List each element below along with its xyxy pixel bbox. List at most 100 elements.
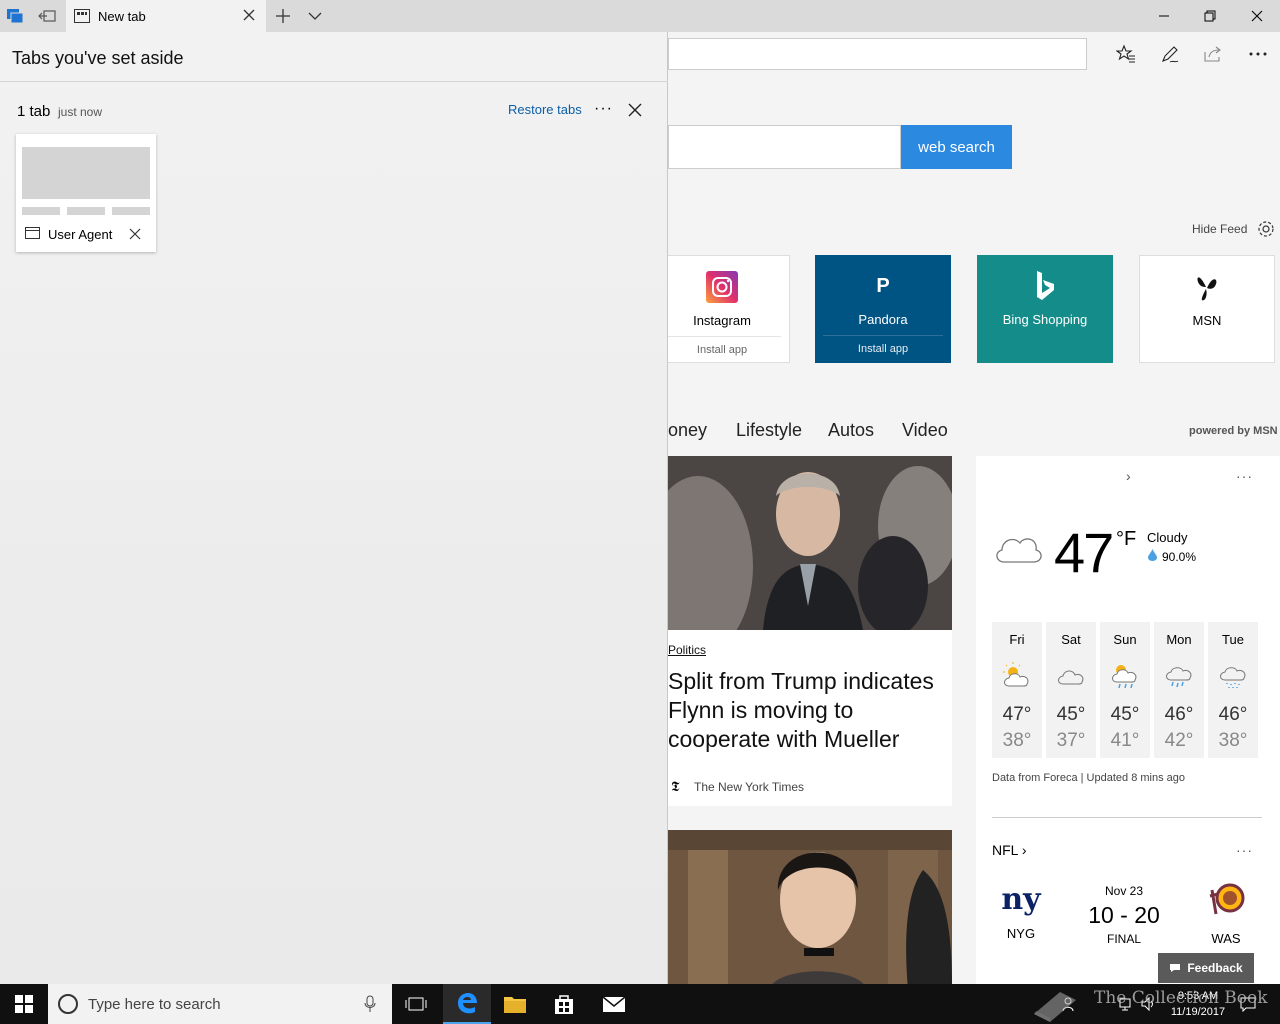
taskbar: Type here to search 9:53 AM 11/19/2017 xyxy=(0,984,1280,1024)
forecast-high: 45° xyxy=(1110,704,1140,725)
weather-card: › ··· 47 °F Cloudy 90.0% Fri 47° 38° Sat… xyxy=(976,456,1280,984)
cloudy-icon xyxy=(1058,670,1084,685)
news-headline[interactable]: Split from Trump indicates Flynn is movi… xyxy=(668,667,948,754)
current-temperature: 47 xyxy=(1054,521,1114,584)
web-search-input[interactable] xyxy=(668,125,901,169)
tile-msn[interactable]: MSN xyxy=(1139,255,1275,363)
favorites-icon[interactable] xyxy=(1114,42,1138,66)
close-group-icon[interactable] xyxy=(627,102,643,118)
new-tab-plus-icon[interactable] xyxy=(273,6,293,26)
forecast-day[interactable]: Fri 47° 38° xyxy=(992,622,1042,758)
forecast-day[interactable]: Sat 45° 37° xyxy=(1046,622,1096,758)
powered-by-msn: powered by MSN xyxy=(1189,425,1278,437)
close-tab-icon[interactable] xyxy=(242,8,256,22)
share-icon[interactable] xyxy=(1201,42,1225,66)
forecast-day-label: Sat xyxy=(1061,632,1081,647)
forecast-day-label: Mon xyxy=(1166,632,1192,647)
gear-icon[interactable] xyxy=(1256,219,1276,239)
news-category-link[interactable]: Politics xyxy=(668,643,706,657)
partly-sunny-icon xyxy=(1003,662,1029,687)
start-button[interactable] xyxy=(0,984,48,1024)
hide-feed-link[interactable]: Hide Feed xyxy=(1192,222,1247,236)
remove-tab-icon[interactable] xyxy=(129,228,141,240)
store-icon xyxy=(555,995,573,1014)
tab-new-tab[interactable]: New tab xyxy=(66,0,266,32)
saved-tab-thumbnail[interactable]: User Agent xyxy=(16,134,156,252)
microphone-icon[interactable] xyxy=(364,995,376,1013)
mail-button[interactable] xyxy=(590,984,638,1024)
watermark-text: The Collection Book xyxy=(1094,988,1268,1008)
tabs-aside-icon[interactable] xyxy=(5,6,25,26)
nfl-title-link[interactable]: NFL › xyxy=(992,842,1026,858)
nav-category-autos[interactable]: Autos xyxy=(828,420,874,441)
more-icon[interactable] xyxy=(1246,42,1270,66)
forecast-low: 41° xyxy=(1110,730,1140,751)
tab-group-time: just now xyxy=(58,105,103,119)
edge-icon xyxy=(458,993,477,1014)
weather-next-chevron-icon[interactable]: › xyxy=(1126,468,1131,484)
nav-category-money[interactable]: oney xyxy=(668,420,707,441)
team-abbr: NYG xyxy=(1006,926,1036,941)
close-window-button[interactable] xyxy=(1234,0,1280,32)
tile-label: Pandora xyxy=(858,312,908,327)
tab-title: New tab xyxy=(98,9,146,24)
forecast-day-label: Tue xyxy=(1222,632,1244,647)
weather-data-source[interactable]: Data from Foreca | Updated 8 mins ago xyxy=(992,772,1185,784)
sun-rain-icon xyxy=(1112,665,1137,689)
tile-bing-shopping[interactable]: Bing Shopping xyxy=(977,255,1113,363)
tabs-set-aside-pane: Tabs you've set aside 1 tab just now Res… xyxy=(0,32,668,984)
tile-pandora[interactable]: P Pandora Install app xyxy=(815,255,951,363)
feedback-button[interactable]: Feedback xyxy=(1158,953,1254,983)
file-explorer-button[interactable] xyxy=(491,984,539,1024)
minimize-button[interactable] xyxy=(1141,0,1187,32)
nav-category-video[interactable]: Video xyxy=(902,420,948,441)
edge-taskbar-button[interactable] xyxy=(443,984,491,1024)
team-away[interactable]: WAS xyxy=(1196,880,1256,946)
set-tabs-aside-icon[interactable] xyxy=(37,6,57,26)
humidity-drop-icon xyxy=(1148,549,1157,561)
drizzle-icon xyxy=(1220,667,1246,688)
team-home[interactable]: ny NYG xyxy=(991,880,1051,941)
nyt-logo-icon: 𝕿 xyxy=(671,779,680,795)
cloudy-icon xyxy=(996,538,1042,563)
nav-category-lifestyle[interactable]: Lifestyle xyxy=(736,420,802,441)
divider xyxy=(0,81,668,82)
team-abbr: WAS xyxy=(1211,931,1241,946)
task-view-button[interactable] xyxy=(392,984,440,1024)
install-app-link[interactable]: Install app xyxy=(668,336,781,356)
pandora-icon: P xyxy=(876,275,890,297)
game-score[interactable]: 10 - 20 xyxy=(1084,902,1164,929)
instagram-icon xyxy=(706,271,738,303)
temperature-unit[interactable]: °F xyxy=(1116,528,1136,551)
forecast-day[interactable]: Sun 45° 41° xyxy=(1100,622,1150,758)
taskbar-search-input[interactable]: Type here to search xyxy=(48,984,392,1024)
forecast-day[interactable]: Mon 46° 42° xyxy=(1154,622,1204,758)
nfl-more-icon[interactable]: ··· xyxy=(1236,842,1253,858)
pane-title: Tabs you've set aside xyxy=(12,48,184,68)
tab-preview-chevron-icon[interactable] xyxy=(305,6,325,26)
tile-instagram[interactable]: Instagram Install app xyxy=(668,255,790,363)
install-app-link[interactable]: Install app xyxy=(823,335,943,355)
new-tab-favicon-icon xyxy=(74,9,90,23)
group-more-icon[interactable]: ··· xyxy=(594,100,613,118)
news-card[interactable]: Politics Split from Trump indicates Flyn… xyxy=(668,456,952,806)
news-photo-2[interactable] xyxy=(668,830,952,984)
forecast-low: 38° xyxy=(1002,730,1032,751)
web-search-button[interactable]: web search xyxy=(901,125,1012,169)
address-bar[interactable] xyxy=(668,38,1087,70)
restore-button[interactable] xyxy=(1187,0,1233,32)
thumbnail-preview xyxy=(22,147,150,199)
mail-icon xyxy=(602,996,626,1012)
forecast-day[interactable]: Tue 46° 38° xyxy=(1208,622,1258,758)
humidity-value: 90.0% xyxy=(1162,550,1197,564)
folder-icon xyxy=(504,997,526,1013)
forecast-high: 46° xyxy=(1218,704,1248,725)
pen-icon[interactable] xyxy=(1158,42,1182,66)
weather-more-icon[interactable]: ··· xyxy=(1236,468,1253,484)
cortana-icon xyxy=(58,994,78,1014)
restore-tabs-button[interactable]: Restore tabs xyxy=(508,102,582,117)
store-button[interactable] xyxy=(540,984,588,1024)
weather-condition: Cloudy xyxy=(1147,530,1188,545)
bing-icon xyxy=(1037,271,1054,300)
forecast-high: 47° xyxy=(1002,704,1032,725)
